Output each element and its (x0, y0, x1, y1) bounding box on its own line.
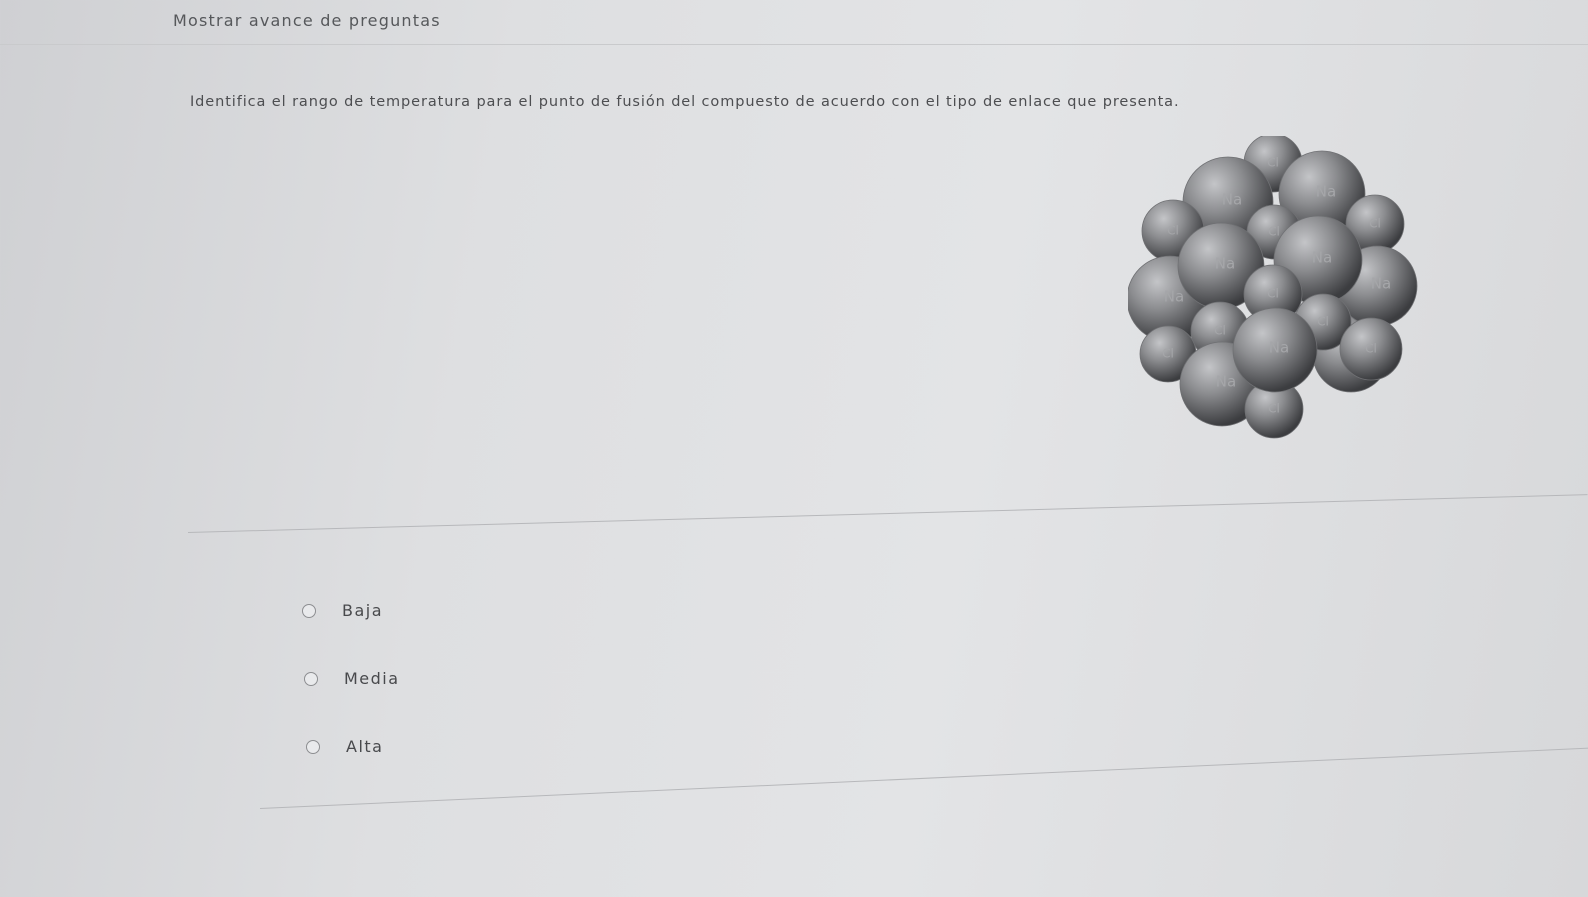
atom-label: Cl (1267, 156, 1279, 170)
divider-bottom (259, 747, 1588, 809)
radio-alta[interactable] (306, 739, 320, 754)
atom-label: Cl (1167, 224, 1179, 238)
atom-label: Na (1269, 339, 1289, 357)
divider-top (187, 494, 1588, 533)
option-label-baja: Baja (342, 601, 384, 620)
atom-label: Cl (1317, 315, 1329, 329)
option-alta[interactable]: Alta (306, 737, 383, 756)
option-baja[interactable]: Baja (302, 601, 383, 620)
atom-label: Na (1215, 255, 1235, 273)
radio-baja[interactable] (302, 603, 316, 618)
atom-label: Na (1222, 191, 1242, 209)
atom-label: Na (1316, 183, 1336, 201)
atom-label: Na (1164, 288, 1184, 306)
option-label-alta: Alta (346, 737, 384, 756)
atom-label: Cl (1162, 347, 1174, 361)
radio-media[interactable] (304, 671, 318, 686)
atom-label: Cl (1369, 217, 1381, 231)
atom-label: Cl (1214, 324, 1226, 338)
atom-label: Na (1312, 249, 1332, 267)
atom-label: Cl (1267, 287, 1279, 301)
option-media[interactable]: Media (304, 669, 400, 688)
atom-label: Cl (1268, 225, 1280, 239)
atom-label: Cl (1268, 402, 1280, 416)
nacl-crystal-image: NaClNaNaClClClNaNaNaNaClClClClClNaClNa (1128, 136, 1418, 439)
atom-label: Cl (1365, 342, 1377, 356)
top-bar: Mostrar avance de preguntas (0, 0, 1588, 45)
show-progress-link[interactable]: Mostrar avance de preguntas (173, 11, 441, 30)
atom-label: Na (1371, 275, 1391, 293)
question-text: Identifica el rango de temperatura para … (190, 94, 1180, 110)
option-label-media: Media (344, 669, 400, 688)
atom-label: Na (1216, 373, 1236, 391)
